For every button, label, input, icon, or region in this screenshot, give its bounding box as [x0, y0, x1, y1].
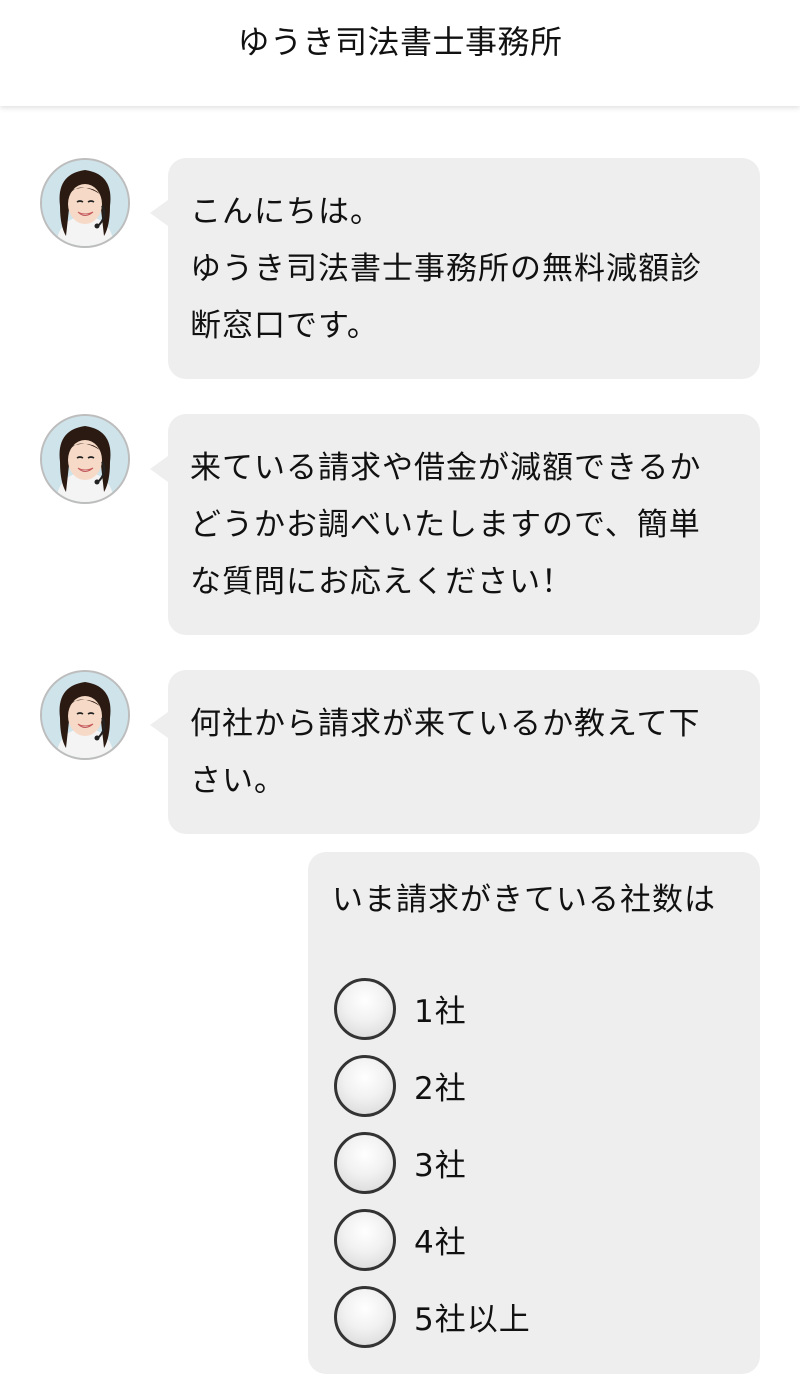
option-5-or-more-companies[interactable]: 5社以上 — [332, 1278, 760, 1355]
option-label: 5社以上 — [414, 1302, 531, 1338]
message-bubble: 来ている請求や借金が減額できるか どうかお調べいたしますので、簡単 な質問にお応… — [150, 414, 760, 635]
message-line: さい。 — [190, 763, 286, 799]
option-label: 2社 — [414, 1071, 467, 1107]
company-count-question: いま請求がきている社数は 1社 2社 3社 4社 5社以上 — [308, 852, 760, 1374]
option-3-companies[interactable]: 3社 — [332, 1124, 760, 1201]
radio-button[interactable] — [334, 1054, 396, 1117]
message-bubble: こんにちは。 ゆうき司法書士事務所の無料減額診 断窓口です。 — [150, 158, 760, 379]
message-line: 断窓口です。 — [190, 308, 379, 344]
question-label: いま請求がきている社数は — [332, 882, 716, 918]
operator-avatar — [40, 670, 130, 760]
option-label: 1社 — [414, 994, 467, 1030]
radio-button[interactable] — [334, 1208, 396, 1271]
radio-button[interactable] — [334, 1131, 396, 1194]
message-line: 来ている請求や借金が減額できるか — [190, 450, 702, 486]
message-line: な質問にお応えください！ — [190, 564, 574, 600]
message-line: ゆうき司法書士事務所の無料減額診 — [190, 251, 702, 287]
operator-avatar — [40, 414, 130, 504]
radio-button[interactable] — [334, 1285, 396, 1348]
option-1-company[interactable]: 1社 — [332, 970, 760, 1047]
message-line: 何社から請求が来ているか教えて下 — [190, 706, 701, 742]
message-line: どうかお調べいたしますので、簡単 — [190, 507, 701, 543]
option-label: 4社 — [414, 1225, 467, 1261]
message-line: こんにちは。 — [190, 194, 382, 230]
option-2-companies[interactable]: 2社 — [332, 1047, 760, 1124]
option-4-companies[interactable]: 4社 — [332, 1201, 760, 1278]
operator-avatar — [40, 158, 130, 248]
option-label: 3社 — [414, 1148, 467, 1184]
app-header: ゆうき司法書士事務所 — [0, 0, 800, 106]
page-title: ゆうき司法書士事務所 — [237, 23, 563, 61]
radio-button[interactable] — [334, 977, 396, 1040]
message-bubble: 何社から請求が来ているか教えて下 さい。 — [150, 670, 760, 834]
